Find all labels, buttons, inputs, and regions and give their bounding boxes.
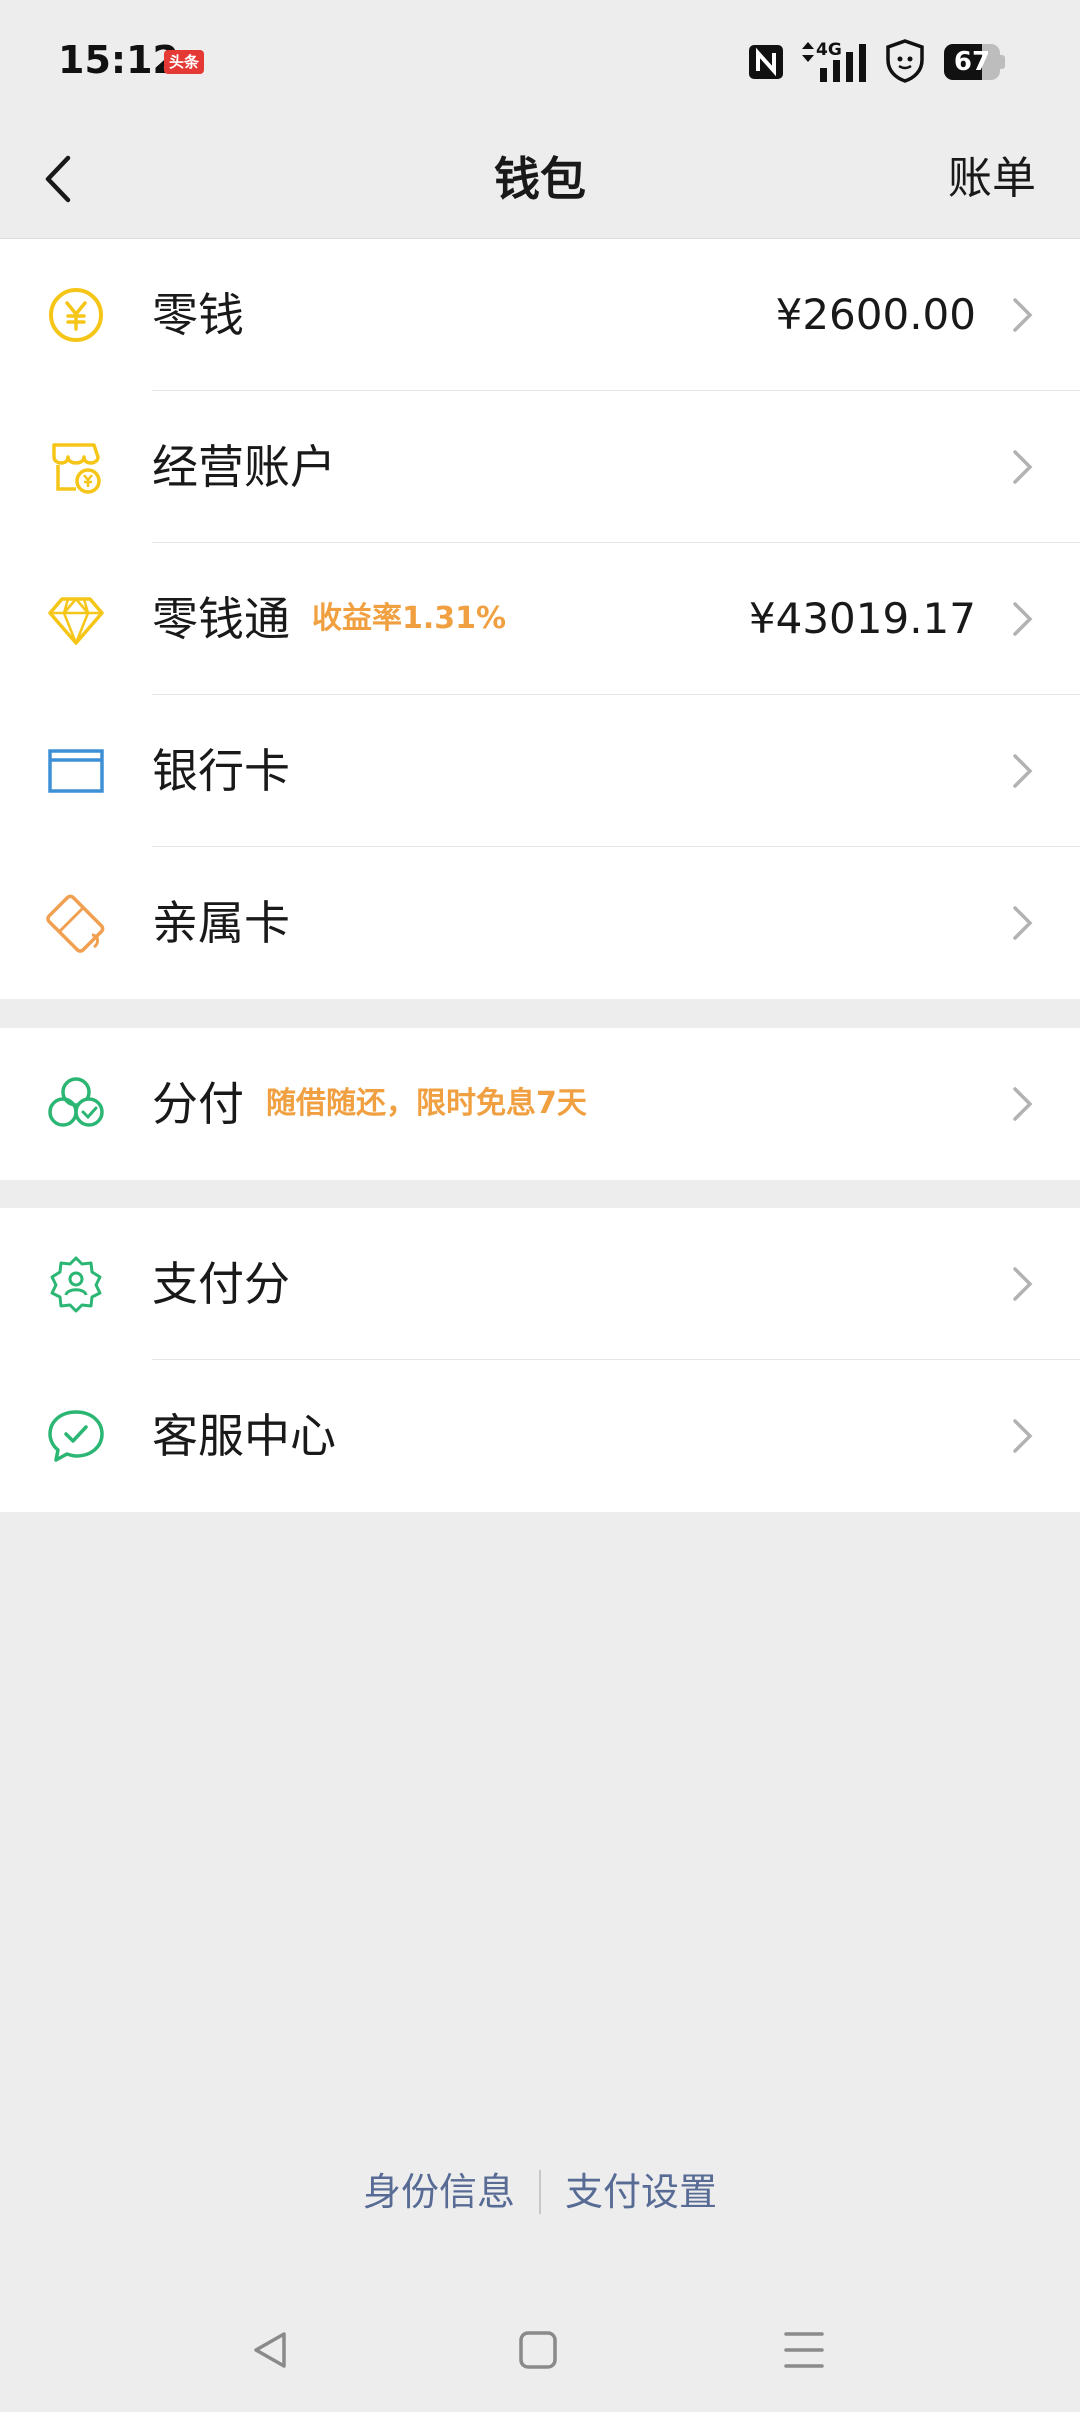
footer-divider — [539, 2170, 541, 2214]
chevron-right-icon — [1013, 906, 1033, 940]
chevron-right-icon — [1013, 1419, 1033, 1453]
shield-icon — [886, 39, 924, 83]
balance-value: ¥2600.00 — [775, 290, 976, 339]
wallet-section-credit: 分付 随借随还，限时免息7天 — [0, 1028, 1080, 1180]
identity-info-link[interactable]: 身份信息 — [363, 2164, 515, 2220]
bill-button[interactable]: 账单 — [948, 144, 1036, 214]
chevron-right-icon — [1013, 1087, 1033, 1121]
battery-icon: 67 — [944, 44, 1006, 80]
list-item-family-card[interactable]: 亲属卡 — [0, 847, 1080, 999]
bank-card-icon — [48, 749, 104, 793]
list-item-pay-score[interactable]: 支付分 — [0, 1208, 1080, 1360]
wallet-section-services: 支付分 客服中心 — [0, 1208, 1080, 1512]
system-home-icon[interactable] — [508, 2320, 568, 2380]
toutiao-notification-badge: 头条 — [164, 50, 204, 74]
list-item-label: 支付分 — [152, 1257, 290, 1311]
signal-icon — [820, 44, 866, 82]
list-item-label: 分付 — [152, 1077, 244, 1131]
chevron-right-icon — [1013, 298, 1033, 332]
wallet-section-balances: 零钱 ¥2600.00 经营账户 零钱通 收益率1.31% ¥43019.17 — [0, 239, 1080, 999]
shop-icon — [52, 443, 101, 494]
system-navigation-bar — [0, 2310, 1080, 2390]
data-activity-icon — [802, 42, 814, 62]
system-back-icon[interactable] — [240, 2320, 300, 2380]
list-item-label: 经营账户 — [152, 440, 336, 494]
yield-rate-tag: 收益率1.31% — [312, 601, 507, 636]
chevron-right-icon — [1013, 602, 1033, 636]
lingqiantong-value: ¥43019.17 — [748, 594, 976, 643]
customer-service-icon — [48, 1410, 104, 1462]
list-item-lingqiantong[interactable]: 零钱通 收益率1.31% ¥43019.17 — [0, 543, 1080, 695]
list-item-fenfu[interactable]: 分付 随借随还，限时免息7天 — [0, 1028, 1080, 1180]
list-item-bank-card[interactable]: 银行卡 — [0, 695, 1080, 847]
yuan-coin-icon — [49, 288, 103, 342]
chevron-right-icon — [1013, 754, 1033, 788]
list-item-label: 零钱通 — [152, 592, 290, 646]
battery-level: 67 — [953, 47, 991, 77]
nfc-icon — [749, 45, 783, 79]
payment-settings-link[interactable]: 支付设置 — [565, 2164, 717, 2220]
fenfu-icon — [48, 1077, 104, 1127]
payscore-icon — [50, 1256, 102, 1313]
fenfu-promo-tag: 随借随还，限时免息7天 — [266, 1086, 587, 1121]
chevron-right-icon — [1013, 450, 1033, 484]
list-item-label: 亲属卡 — [152, 896, 290, 950]
diamond-icon — [48, 597, 104, 645]
list-item-label: 零钱 — [152, 288, 244, 342]
list-item-change[interactable]: 零钱 ¥2600.00 — [0, 239, 1080, 391]
family-card-icon — [46, 894, 105, 953]
list-item-customer-service[interactable]: 客服中心 — [0, 1360, 1080, 1512]
page-title: 钱包 — [494, 152, 586, 206]
status-bar: 15:12 头条 4G 67 — [0, 0, 1080, 120]
navigation-bar: 钱包 账单 — [0, 120, 1080, 239]
status-time: 15:12 — [58, 38, 179, 82]
list-item-label: 客服中心 — [152, 1409, 336, 1463]
list-item-business-account[interactable]: 经营账户 — [0, 391, 1080, 543]
chevron-right-icon — [1013, 1267, 1033, 1301]
system-menu-icon[interactable] — [774, 2320, 834, 2380]
footer-links: 身份信息 支付设置 — [0, 2164, 1080, 2220]
list-item-label: 银行卡 — [152, 744, 290, 798]
